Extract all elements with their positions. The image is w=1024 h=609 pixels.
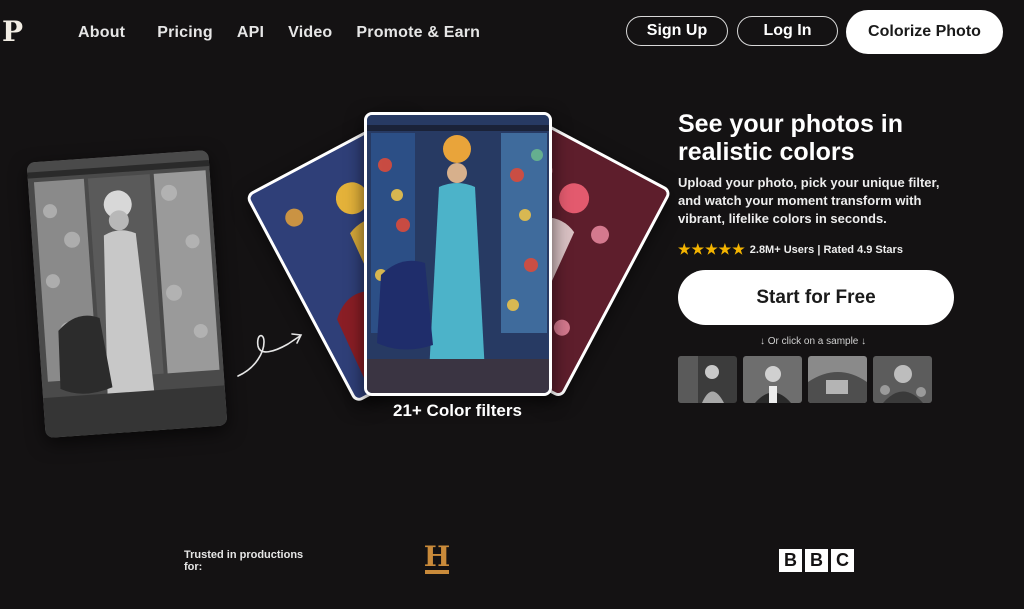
filter-card-center	[364, 112, 552, 396]
trusted-in-productions-label: Trusted in productions for:	[184, 549, 304, 573]
sample-photo-4[interactable]	[873, 356, 932, 403]
sample-photo-4-image	[873, 356, 932, 403]
history-logo-letter: H	[424, 541, 450, 573]
sample-photo-1[interactable]	[678, 356, 737, 403]
login-button[interactable]: Log In	[737, 16, 838, 46]
hero-subtitle: Upload your photo, pick your unique filt…	[678, 175, 940, 226]
history-channel-logo: H	[421, 541, 453, 574]
nav-promote-earn[interactable]: Promote & Earn	[356, 24, 480, 42]
transform-arrow-icon	[237, 333, 303, 377]
filter-card-center-illustration	[367, 115, 549, 393]
start-for-free-button[interactable]: Start for Free	[678, 270, 954, 325]
star-rating-icon: ★★★★★	[678, 241, 746, 257]
sample-photo-1-image	[678, 356, 737, 403]
bw-original-photo	[26, 149, 228, 439]
sample-photo-2-image	[743, 356, 802, 403]
sample-photo-2[interactable]	[743, 356, 802, 403]
rating-text: 2.8M+ Users | Rated 4.9 Stars	[749, 243, 903, 256]
sample-photos	[678, 356, 932, 403]
hero-title: See your photos in realistic colors	[678, 110, 904, 166]
bbc-letter-c: C	[831, 549, 854, 572]
bbc-letter-b1: B	[779, 549, 802, 572]
nav-about[interactable]: About	[78, 24, 125, 42]
main-nav: About Pricing API Video Promote & Earn	[78, 24, 504, 42]
sample-photo-3[interactable]	[808, 356, 867, 403]
bw-photo-illustration	[26, 149, 228, 439]
nav-video[interactable]: Video	[288, 24, 332, 42]
bbc-letter-b2: B	[805, 549, 828, 572]
sample-photo-3-image	[808, 356, 867, 403]
signup-button[interactable]: Sign Up	[626, 16, 728, 46]
colorize-photo-button[interactable]: Colorize Photo	[846, 10, 1003, 54]
nav-pricing[interactable]: Pricing	[157, 24, 213, 42]
rating-row: ★★★★★ 2.8M+ Users | Rated 4.9 Stars	[678, 241, 903, 258]
bbc-logo: B B C	[779, 549, 854, 572]
nav-api[interactable]: API	[237, 24, 264, 42]
sample-hint: ↓ Or click on a sample ↓	[760, 336, 867, 347]
site-logo[interactable]: P	[2, 15, 23, 48]
color-filters-caption: 21+ Color filters	[393, 401, 522, 420]
